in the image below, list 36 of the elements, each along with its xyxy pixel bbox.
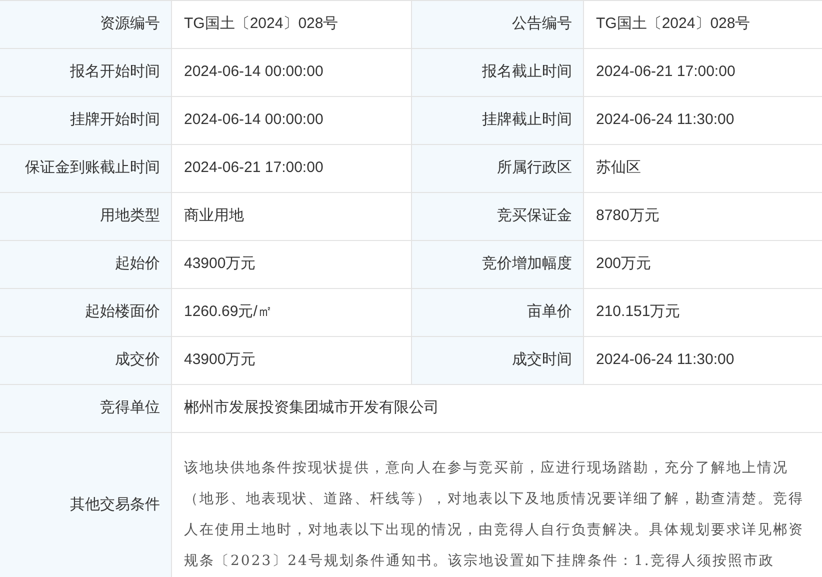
field-value: 1260.69元/㎡: [184, 302, 272, 322]
field-label: 报名开始时间: [70, 62, 160, 82]
field-value: 2024-06-21 17:00:00: [184, 158, 324, 178]
conditions-paragraph: 该地块供地条件按现状提供，意向人在参与竞买前，应进行现场踏勘，充分了解地上情况（地形、地表现状、道路、杆线等），对地表以下及地质情况要详细了解，勘查清楚。竞得人在使用土地时，对地表以下出现的情况，由竞得人自行负责解决。具体规划要求详见郴资规条〔2023〕24号规划条件通知书。该宗地设置如下挂牌条件：1.竞得人须按照市政: [184, 459, 805, 571]
field-label: 起始楼面价: [85, 302, 160, 322]
field-label: 亩单价: [527, 302, 572, 322]
field-label: 成交价: [115, 350, 160, 370]
field-label: 挂牌截止时间: [482, 110, 572, 130]
field-value: 2024-06-14 00:00:00: [184, 110, 324, 130]
field-value: 2024-06-14 00:00:00: [184, 62, 324, 82]
field-label: 公告编号: [512, 14, 572, 34]
field-label: 起始价: [115, 254, 160, 274]
field-value: 2024-06-24 11:30:00: [596, 110, 734, 130]
field-label: 所属行政区: [497, 158, 572, 178]
field-label: 用地类型: [100, 206, 160, 226]
field-value: 200万元: [596, 254, 652, 274]
field-label: 其他交易条件: [70, 494, 160, 515]
field-value: TG国土〔2024〕028号: [596, 14, 750, 34]
field-value: 苏仙区: [596, 158, 641, 178]
field-value: 8780万元: [596, 206, 660, 226]
field-value: 商业用地: [184, 206, 244, 226]
field-label: 成交时间: [512, 350, 572, 370]
field-value: TG国土〔2024〕028号: [184, 14, 338, 34]
field-value: 43900万元: [184, 254, 256, 274]
field-value: 2024-06-21 17:00:00: [596, 62, 736, 82]
field-label: 挂牌开始时间: [70, 110, 160, 130]
field-label: 竞买保证金: [497, 206, 572, 226]
field-label: 竞价增加幅度: [482, 254, 572, 274]
field-value: 210.151万元: [596, 302, 680, 322]
field-value: 2024-06-24 11:30:00: [596, 350, 734, 370]
field-label: 保证金到账截止时间: [25, 158, 160, 178]
field-value: 郴州市发展投资集团城市开发有限公司: [184, 398, 439, 418]
field-label: 报名截止时间: [482, 62, 572, 82]
field-value: 43900万元: [184, 350, 256, 370]
field-label: 竞得单位: [100, 398, 160, 418]
field-label: 资源编号: [100, 14, 160, 34]
